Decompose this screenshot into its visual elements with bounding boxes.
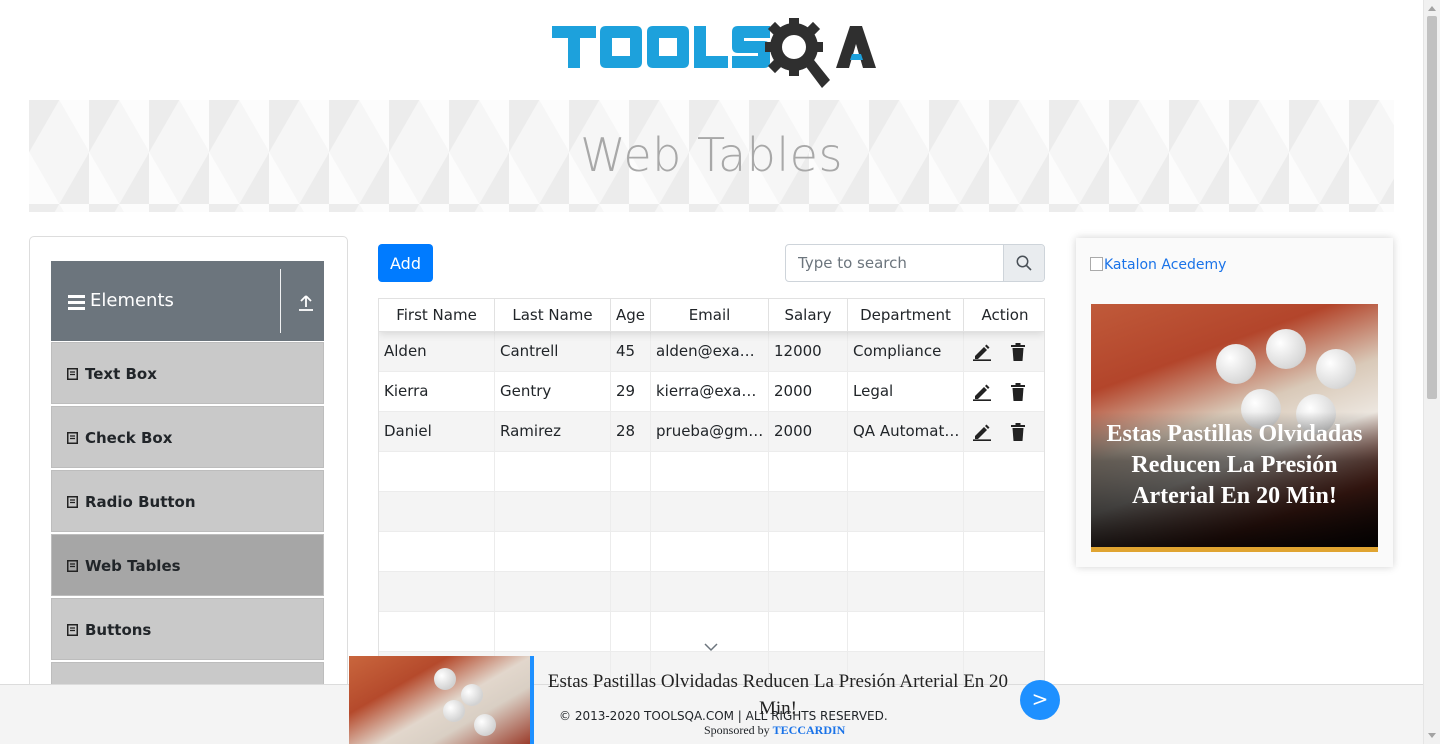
pill-graphic (1316, 349, 1356, 389)
sidebar-item-radio-button[interactable]: Radio Button (51, 470, 324, 532)
column-header-department[interactable]: Department (848, 299, 964, 332)
cell-department: QA Automation (848, 412, 964, 452)
chevron-down-icon[interactable] (704, 643, 718, 652)
sidebar-ad: Katalon Acedemy Estas Pastillas Olvidada… (1076, 238, 1393, 567)
scrollbar-thumb[interactable] (1427, 16, 1437, 399)
table-row: Alden Cantrell 45 alden@example.com 1200… (379, 332, 1044, 372)
sidebar-item-check-box[interactable]: Check Box (51, 406, 324, 468)
search-button[interactable] (1003, 245, 1044, 281)
cell-first-name: Alden (379, 332, 495, 372)
column-header-email[interactable]: Email (651, 299, 769, 332)
scroll-down-arrow-icon[interactable] (1428, 733, 1436, 738)
sticky-ad-accent (530, 656, 534, 744)
empty-table-row (379, 532, 1044, 572)
sidebar-menu: Text Box Check Box Radio Button Web Tabl… (51, 342, 324, 726)
katalon-ad-link[interactable]: Katalon Acedemy (1090, 257, 1226, 273)
page-banner: Web Tables (29, 100, 1394, 212)
sticky-ad-text[interactable]: Estas Pastillas Olvidadas Reducen La Pre… (543, 668, 1013, 722)
sidebar-item-label: Text Box (85, 365, 157, 383)
cell-email: prueba@gmail.com (651, 412, 769, 452)
edit-icon[interactable] (972, 343, 992, 361)
sticky-bottom-ad[interactable]: Estas Pastillas Olvidadas Reducen La Pre… (349, 656, 1061, 744)
vertical-scrollbar[interactable] (1423, 0, 1440, 744)
empty-table-row (379, 572, 1044, 612)
edit-icon[interactable] (972, 383, 992, 401)
ad-alt-text: Katalon Acedemy (1104, 257, 1227, 273)
cell-action (964, 372, 1044, 412)
sidebar-item-label: Check Box (85, 429, 173, 447)
sidebar: Elements Text Box Check Box Radio Button (29, 236, 348, 744)
empty-table-row (379, 492, 1044, 532)
column-header-first-name[interactable]: First Name (379, 299, 495, 332)
cell-department: Compliance (848, 332, 964, 372)
cell-salary: 2000 (769, 412, 848, 452)
edit-icon[interactable] (972, 423, 992, 441)
table-row: Daniel Ramirez 28 prueba@gmail.com 2000 … (379, 412, 1044, 452)
toolsqa-logo[interactable] (552, 16, 877, 90)
cell-last-name: Cantrell (495, 332, 611, 372)
ad-headline: Estas Pastillas Olvidadas Reducen La Pre… (1106, 421, 1363, 509)
sidebar-item-web-tables[interactable]: Web Tables (51, 534, 324, 596)
group-title: Elements (90, 290, 174, 311)
sticky-ad-next-button[interactable]: > (1020, 680, 1060, 720)
ad-accent-bar (1091, 547, 1378, 552)
cell-last-name: Gentry (495, 372, 611, 412)
list-icon (67, 368, 78, 380)
sidebar-item-buttons[interactable]: Buttons (51, 598, 324, 660)
collapse-upload-icon[interactable] (297, 294, 315, 312)
sidebar-item-label: Radio Button (85, 493, 196, 511)
sidebar-item-label: Web Tables (85, 557, 181, 575)
page-title: Web Tables (580, 128, 843, 182)
column-header-salary[interactable]: Salary (769, 299, 848, 332)
sidebar-item-text-box[interactable]: Text Box (51, 342, 324, 404)
empty-table-row (379, 452, 1044, 492)
cell-email: kierra@example.com (651, 372, 769, 412)
cell-age: 45 (611, 332, 651, 372)
sidebar-item-label: Buttons (85, 621, 152, 639)
cell-action (964, 332, 1044, 372)
add-button[interactable]: Add (378, 244, 433, 282)
sticky-ad-image[interactable] (349, 656, 530, 744)
elements-group-header[interactable]: Elements (51, 261, 324, 341)
table-row: Kierra Gentry 29 kierra@example.com 2000… (379, 372, 1044, 412)
cell-first-name: Daniel (379, 412, 495, 452)
cell-last-name: Ramirez (495, 412, 611, 452)
search-box (785, 244, 1045, 282)
cell-department: Legal (848, 372, 964, 412)
cell-salary: 12000 (769, 332, 848, 372)
page: Web Tables Elements Text Box Check Box R… (0, 0, 1440, 744)
header-divider (280, 269, 281, 333)
ad-image[interactable]: Estas Pastillas Olvidadas Reducen La Pre… (1091, 304, 1378, 552)
table-body: Alden Cantrell 45 alden@example.com 1200… (379, 332, 1044, 692)
column-header-action[interactable]: Action (964, 299, 1044, 332)
cell-first-name: Kierra (379, 372, 495, 412)
cell-salary: 2000 (769, 372, 848, 412)
pill-graphic (1216, 344, 1256, 384)
scroll-up-arrow-icon[interactable] (1428, 6, 1436, 11)
search-icon (1016, 255, 1032, 271)
cell-age: 28 (611, 412, 651, 452)
delete-icon[interactable] (1010, 422, 1026, 442)
broken-image-icon (1090, 257, 1103, 271)
cell-email: alden@example.com (651, 332, 769, 372)
cell-age: 29 (611, 372, 651, 412)
hamburger-icon (68, 295, 85, 310)
list-icon (67, 624, 78, 636)
list-icon (67, 560, 78, 572)
pill-graphic (1266, 329, 1306, 369)
search-input[interactable] (786, 245, 1004, 281)
cell-action (964, 412, 1044, 452)
column-header-last-name[interactable]: Last Name (495, 299, 611, 332)
table-header: First Name Last Name Age Email Salary De… (379, 299, 1044, 332)
column-header-age[interactable]: Age (611, 299, 651, 332)
delete-icon[interactable] (1010, 342, 1026, 362)
list-icon (67, 496, 78, 508)
delete-icon[interactable] (1010, 382, 1026, 402)
list-icon (67, 432, 78, 444)
